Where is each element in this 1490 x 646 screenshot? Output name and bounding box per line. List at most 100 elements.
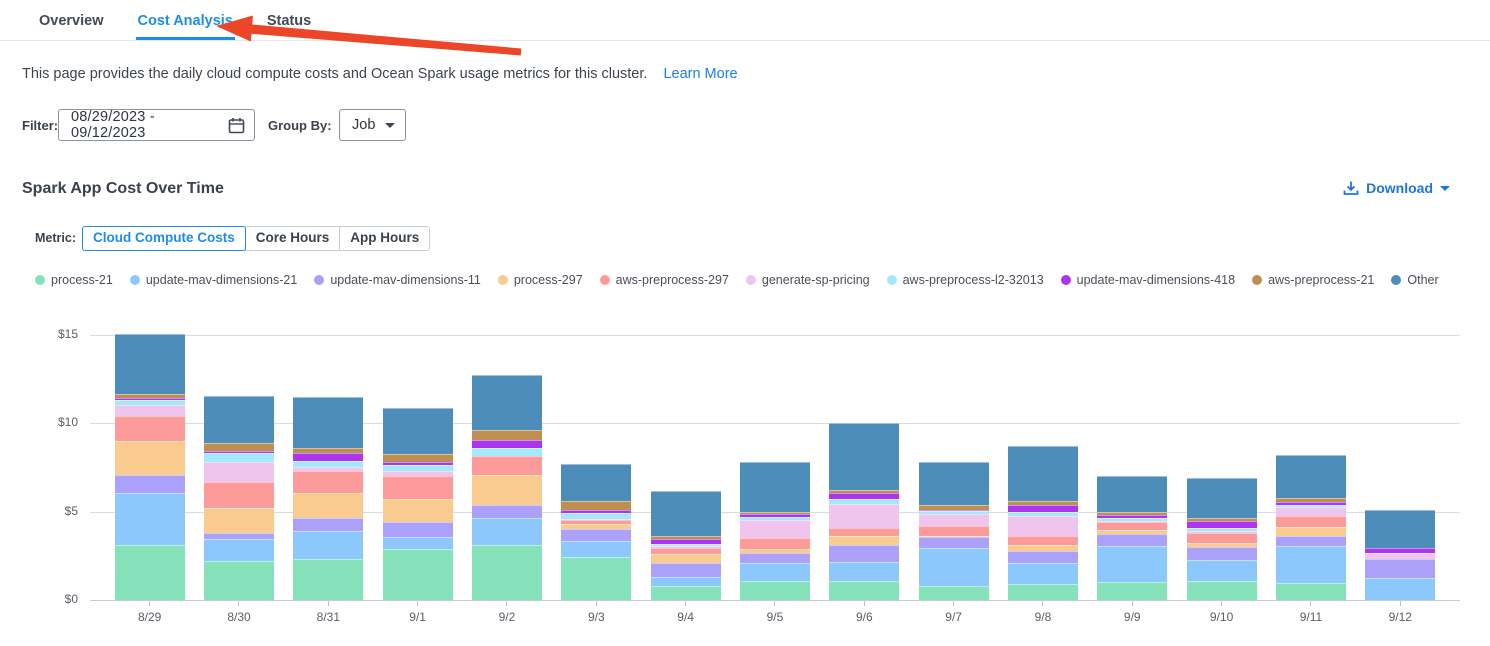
legend-item-process-297[interactable]: process-297 (498, 273, 583, 287)
bar-segment-other[interactable] (1008, 446, 1078, 502)
bar-segment-update-mav-dimensions-11[interactable] (1365, 559, 1435, 578)
bar-segment-update-mav-dimensions-418[interactable] (472, 440, 542, 448)
bar-segment-aws-preprocess-21[interactable] (383, 454, 453, 462)
bar-segment-update-mav-dimensions-11[interactable] (651, 563, 721, 577)
bar-segment-process-297[interactable] (293, 493, 363, 518)
bar-segment-other[interactable] (651, 491, 721, 537)
bar-segment-process-21[interactable] (1008, 584, 1078, 600)
bar-segment-process-21[interactable] (740, 581, 810, 600)
date-range-picker[interactable]: 08/29/2023 - 09/12/2023 (58, 109, 255, 141)
bar-segment-other[interactable] (1097, 476, 1167, 511)
bar-segment-update-mav-dimensions-11[interactable] (740, 553, 810, 563)
bar-segment-other[interactable] (740, 462, 810, 511)
bar-segment-aws-preprocess-21[interactable] (561, 501, 631, 510)
bar-segment-update-mav-dimensions-21[interactable] (561, 541, 631, 557)
download-button[interactable]: Download (1343, 180, 1450, 196)
legend-item-aws-preprocess-21[interactable]: aws-preprocess-21 (1252, 273, 1374, 287)
bar-segment-process-21[interactable] (919, 586, 989, 600)
bar-segment-process-21[interactable] (829, 581, 899, 600)
bar-segment-update-mav-dimensions-11[interactable] (472, 505, 542, 518)
bar-segment-update-mav-dimensions-21[interactable] (651, 577, 721, 586)
bar-segment-update-mav-dimensions-11[interactable] (1187, 547, 1257, 560)
bar-segment-update-mav-dimensions-11[interactable] (293, 518, 363, 531)
bar-segment-aws-preprocess-297[interactable] (740, 538, 810, 549)
bar-segment-aws-preprocess-297[interactable] (1097, 522, 1167, 530)
bar-segment-other[interactable] (383, 408, 453, 455)
tab-overview[interactable]: Overview (37, 2, 106, 40)
legend-item-aws-preprocess-297[interactable]: aws-preprocess-297 (600, 273, 729, 287)
tab-status[interactable]: Status (265, 2, 313, 40)
bar-segment-aws-preprocess-21[interactable] (204, 443, 274, 451)
bar-segment-update-mav-dimensions-21[interactable] (1365, 578, 1435, 600)
metric-app-hours-button[interactable]: App Hours (339, 226, 430, 251)
bar-segment-other[interactable] (919, 462, 989, 504)
bar-segment-process-21[interactable] (204, 561, 274, 600)
bar-segment-update-mav-dimensions-11[interactable] (829, 545, 899, 562)
bar-segment-generate-sp-pricing[interactable] (740, 520, 810, 539)
metric-core-hours-button[interactable]: Core Hours (245, 226, 341, 251)
group-by-dropdown[interactable]: Job (339, 109, 406, 141)
bar-segment-process-297[interactable] (115, 441, 185, 475)
bar-segment-generate-sp-pricing[interactable] (1008, 516, 1078, 535)
bar-segment-update-mav-dimensions-21[interactable] (115, 493, 185, 545)
bar-segment-other[interactable] (204, 396, 274, 443)
metric-cloud-compute-costs-button[interactable]: Cloud Compute Costs (82, 226, 246, 251)
bar-segment-generate-sp-pricing[interactable] (115, 405, 185, 416)
bar-segment-aws-preprocess-l2-32013[interactable] (204, 453, 274, 462)
bar-segment-update-mav-dimensions-21[interactable] (919, 548, 989, 586)
bar-segment-process-21[interactable] (383, 549, 453, 600)
bar-segment-process-21[interactable] (651, 586, 721, 600)
bar-segment-update-mav-dimensions-21[interactable] (1008, 563, 1078, 584)
bar-segment-update-mav-dimensions-21[interactable] (383, 537, 453, 548)
bar-segment-update-mav-dimensions-21[interactable] (293, 531, 363, 559)
bar-segment-other[interactable] (115, 334, 185, 394)
bar-segment-other[interactable] (1276, 455, 1346, 498)
bar-segment-update-mav-dimensions-11[interactable] (919, 537, 989, 548)
bar-segment-other[interactable] (1365, 510, 1435, 548)
bar-segment-update-mav-dimensions-11[interactable] (1097, 534, 1167, 546)
bar-segment-other[interactable] (472, 375, 542, 431)
bar-segment-update-mav-dimensions-21[interactable] (1276, 546, 1346, 583)
learn-more-link[interactable]: Learn More (663, 66, 737, 82)
bar-segment-update-mav-dimensions-11[interactable] (561, 529, 631, 540)
bar-segment-aws-preprocess-297[interactable] (1008, 536, 1078, 546)
bar-segment-process-21[interactable] (1097, 582, 1167, 600)
bar-segment-aws-preprocess-297[interactable] (115, 416, 185, 441)
bar-segment-update-mav-dimensions-11[interactable] (383, 522, 453, 537)
bar-segment-update-mav-dimensions-21[interactable] (829, 562, 899, 581)
bar-segment-process-21[interactable] (472, 545, 542, 600)
bar-segment-process-21[interactable] (115, 545, 185, 600)
bar-segment-process-297[interactable] (829, 536, 899, 546)
bar-segment-aws-preprocess-297[interactable] (919, 526, 989, 536)
bar-segment-other[interactable] (293, 397, 363, 448)
bar-segment-process-297[interactable] (472, 475, 542, 505)
bar-segment-update-mav-dimensions-21[interactable] (472, 518, 542, 545)
bar-segment-process-21[interactable] (561, 557, 631, 600)
legend-item-other[interactable]: Other (1391, 273, 1438, 287)
bar-segment-aws-preprocess-297[interactable] (293, 471, 363, 493)
legend-item-aws-preprocess-l2-32013[interactable]: aws-preprocess-l2-32013 (887, 273, 1044, 287)
bar-segment-update-mav-dimensions-21[interactable] (1097, 546, 1167, 582)
bar-segment-aws-preprocess-l2-32013[interactable] (472, 448, 542, 456)
bar-segment-aws-preprocess-21[interactable] (472, 430, 542, 440)
bar-segment-generate-sp-pricing[interactable] (919, 514, 989, 525)
bar-segment-aws-preprocess-297[interactable] (1187, 533, 1257, 543)
bar-segment-process-21[interactable] (1276, 583, 1346, 600)
bar-segment-aws-preprocess-297[interactable] (829, 528, 899, 536)
bar-segment-process-21[interactable] (1187, 581, 1257, 600)
bar-segment-process-297[interactable] (651, 554, 721, 563)
bar-segment-update-mav-dimensions-21[interactable] (1187, 560, 1257, 581)
bar-segment-update-mav-dimensions-21[interactable] (740, 563, 810, 582)
bar-segment-other[interactable] (561, 464, 631, 501)
bar-segment-aws-preprocess-297[interactable] (204, 482, 274, 509)
bar-segment-update-mav-dimensions-418[interactable] (1008, 505, 1078, 512)
bar-segment-aws-preprocess-297[interactable] (1276, 516, 1346, 527)
legend-item-process-21[interactable]: process-21 (35, 273, 113, 287)
legend-item-update-mav-dimensions-21[interactable]: update-mav-dimensions-21 (130, 273, 297, 287)
bar-segment-other[interactable] (1187, 478, 1257, 518)
bar-segment-update-mav-dimensions-11[interactable] (115, 475, 185, 494)
bar-segment-process-297[interactable] (1276, 527, 1346, 536)
bar-segment-update-mav-dimensions-21[interactable] (204, 539, 274, 561)
legend-item-generate-sp-pricing[interactable]: generate-sp-pricing (746, 273, 870, 287)
bar-segment-other[interactable] (829, 423, 899, 489)
